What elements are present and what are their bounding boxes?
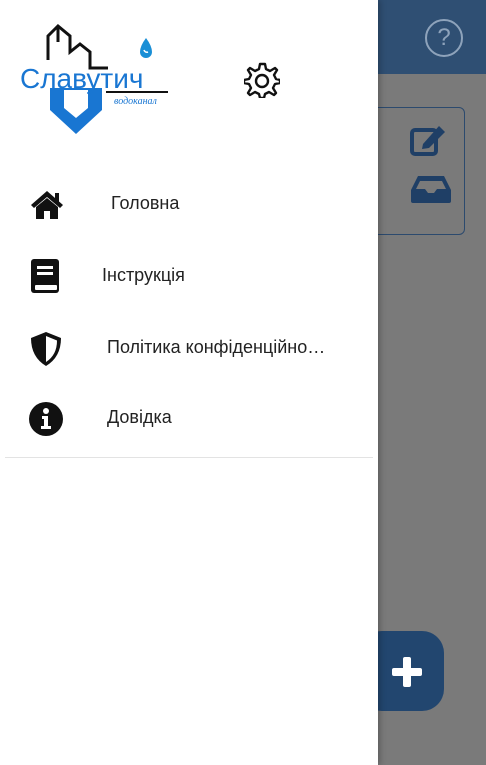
menu-label-privacy-policy: Політика конфіденційно…: [107, 337, 326, 357]
menu-item-instructions[interactable]: Інструкція: [0, 259, 378, 319]
settings-gear-icon[interactable]: [244, 62, 280, 98]
info-icon: [29, 402, 63, 436]
home-icon: [31, 191, 63, 219]
menu-label-home: Головна: [111, 193, 180, 213]
menu-divider: [5, 457, 373, 458]
shield-icon: [31, 332, 61, 366]
plus-icon: [392, 657, 422, 687]
slavutych-logo: Славутич водоканал: [20, 23, 168, 134]
help-button[interactable]: ?: [425, 19, 463, 57]
inbox-icon[interactable]: [410, 174, 452, 204]
menu-item-home[interactable]: Головна: [0, 187, 378, 247]
logo-text: Славутич: [20, 63, 143, 94]
menu-label-help: Довідка: [107, 407, 172, 427]
menu-item-help[interactable]: Довідка: [0, 401, 378, 461]
menu-label-instructions: Інструкція: [102, 265, 185, 285]
book-icon: [31, 259, 59, 293]
edit-icon[interactable]: [409, 122, 449, 158]
navigation-drawer: Славутич водоканал Головна Інструкція По…: [0, 0, 378, 765]
menu-item-privacy-policy[interactable]: Політика конфіденційно…: [0, 331, 378, 391]
logo-tagline: водоканал: [114, 96, 158, 107]
